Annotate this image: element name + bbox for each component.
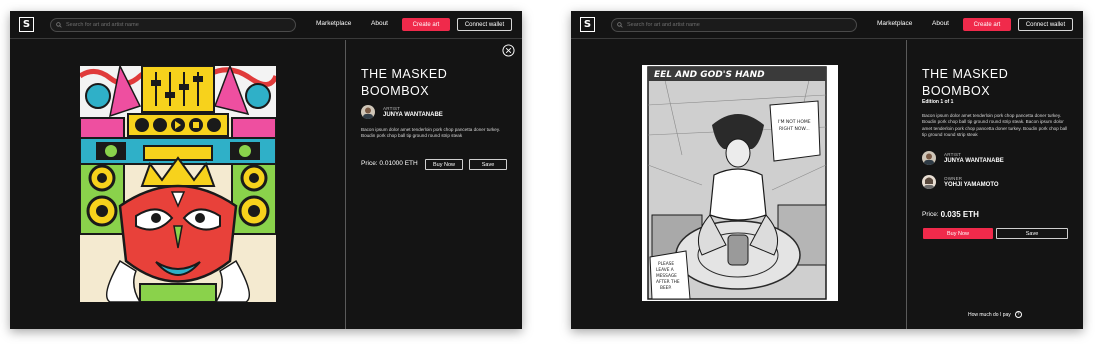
artwork-image: EEL AND GOD'S HAND I'M NOT HOME RIGHT NOW… [642, 65, 838, 301]
artwork-title: THE MASKED BOOMBOX [922, 67, 1009, 98]
how-much-help-link[interactable]: How much do I pay ? [968, 311, 1022, 318]
save-button[interactable]: Save [469, 159, 507, 170]
logo[interactable]: S [580, 17, 595, 32]
price-text: Price: 0.01000 ETH [361, 160, 418, 167]
nav-about[interactable]: About [371, 20, 388, 27]
search-input[interactable] [66, 22, 286, 28]
artwork-description: Bacon ipsum dolor amet tenderloin pork c… [922, 113, 1068, 138]
nav-about[interactable]: About [932, 20, 949, 27]
top-navbar: S Marketplace About Create art Connect w… [571, 11, 1083, 39]
question-circle-icon: ? [1014, 311, 1022, 318]
top-navbar: S Marketplace About Create art Connect w… [10, 11, 522, 39]
artwork-description: Bacon ipsum dolor amet tenderloin pork c… [361, 127, 501, 139]
nft-detail-modal-right: S Marketplace About Create art Connect w… [571, 11, 1083, 329]
close-circle-icon[interactable] [502, 44, 515, 57]
search-icon [617, 22, 623, 28]
price-row: Price: 0.01000 ETH [361, 160, 418, 167]
owner-name: YOHJI YAMAMOTO [944, 182, 999, 188]
artist-role-label: ARTIST [383, 106, 401, 111]
artwork-image [80, 66, 276, 302]
avatar [361, 105, 375, 119]
buy-now-button[interactable]: Buy Now [425, 159, 463, 170]
artwork-title: THE MASKED BOOMBOX [361, 67, 448, 98]
search-input[interactable] [627, 22, 847, 28]
edition-label: Edition 1 of 1 [922, 99, 954, 105]
owner-role-label: OWNER [944, 176, 963, 181]
manga-title: EEL AND GOD'S HAND [654, 70, 765, 80]
artist-info[interactable]: ARTIST JUNYA WANTANABE [361, 105, 443, 119]
artist-info[interactable]: ARTIST JUNYA WANTANABE [922, 151, 1004, 165]
artist-name: JUNYA WANTANABE [383, 112, 443, 118]
connect-wallet-button[interactable]: Connect wallet [1018, 18, 1073, 31]
artist-role-label: ARTIST [944, 152, 962, 157]
buy-now-button[interactable]: Buy Now [923, 228, 993, 239]
panel-divider [345, 40, 346, 329]
create-art-button[interactable]: Create art [402, 18, 450, 31]
search-bar[interactable] [611, 18, 857, 32]
save-button[interactable]: Save [996, 228, 1068, 239]
search-icon [56, 22, 62, 28]
connect-wallet-button[interactable]: Connect wallet [457, 18, 512, 31]
avatar [922, 175, 936, 189]
nft-detail-modal-left: S Marketplace About Create art Connect w… [10, 11, 522, 329]
owner-info[interactable]: OWNER YOHJI YAMAMOTO [922, 175, 999, 189]
price-value: 0.035 ETH [940, 210, 979, 219]
nav-marketplace[interactable]: Marketplace [877, 20, 912, 27]
artist-name: JUNYA WANTANABE [944, 158, 1004, 164]
avatar [922, 151, 936, 165]
price-label: Price: [922, 211, 939, 218]
price-row: Price: 0.035 ETH [922, 210, 979, 219]
help-text: How much do I pay [968, 311, 1011, 318]
nav-marketplace[interactable]: Marketplace [316, 20, 351, 27]
create-art-button[interactable]: Create art [963, 18, 1011, 31]
search-bar[interactable] [50, 18, 296, 32]
logo[interactable]: S [19, 17, 34, 32]
panel-divider [906, 40, 907, 329]
